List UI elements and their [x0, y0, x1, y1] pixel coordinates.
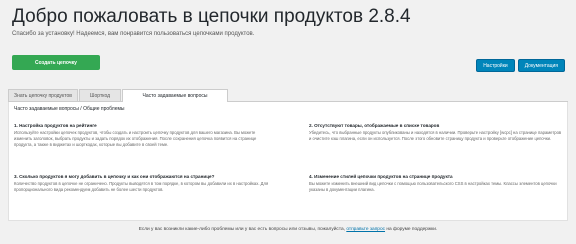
tab-know-chain[interactable]: Знать цепочку продуктов: [8, 89, 78, 101]
faq-question-3: 3. Сколько продуктов я могу добавить в ц…: [14, 174, 215, 179]
faq-answer-4: Вы можете изменить внешний вид цепочки с…: [309, 181, 557, 192]
faq-panel: Часто задаваемые вопросы / Общие проблем…: [8, 102, 568, 221]
footer-text-after: на форуме поддержки.: [385, 227, 438, 232]
support-footer: Если у вас возникли какие-либо проблемы …: [0, 227, 576, 232]
faq-question-2: 2. Отсутствуют товары, отображаемые в сп…: [309, 123, 440, 128]
footer-text-before: Если у вас возникли какие-либо проблемы …: [138, 227, 347, 232]
tab-faq[interactable]: Часто задаваемые вопросы: [122, 89, 228, 102]
faq-answer-2: Убедитесь, что выбранные продукты опубли…: [309, 130, 562, 141]
faq-question-1: 1. Настройка продуктов на рейтинге: [14, 123, 97, 128]
faq-answer-3: Количество продуктов в цепочке не ограни…: [14, 181, 269, 192]
faq-question-4: 4. Изменение стилей цепочки продуктов на…: [309, 174, 453, 179]
top-actions: Настройки Документация: [476, 59, 565, 72]
page-subtitle: Спасибо за установку! Надеемся, вам понр…: [12, 31, 255, 37]
tab-shortcode[interactable]: Шорткод: [79, 89, 121, 101]
faq-heading: Часто задаваемые вопросы / Общие проблем…: [14, 106, 125, 112]
page-title: Добро пожаловать в цепочки продуктов 2.8…: [12, 6, 411, 27]
create-chain-button[interactable]: Создать цепочку: [12, 55, 100, 70]
support-request-link[interactable]: отправьте запрос: [346, 227, 385, 232]
settings-button[interactable]: Настройки: [476, 59, 515, 72]
documentation-button[interactable]: Документация: [517, 59, 565, 72]
faq-answer-1: Используйте настройки цепочек продуктов,…: [14, 130, 257, 147]
tab-bar: Знать цепочку продуктов Шорткод Часто за…: [8, 87, 568, 102]
